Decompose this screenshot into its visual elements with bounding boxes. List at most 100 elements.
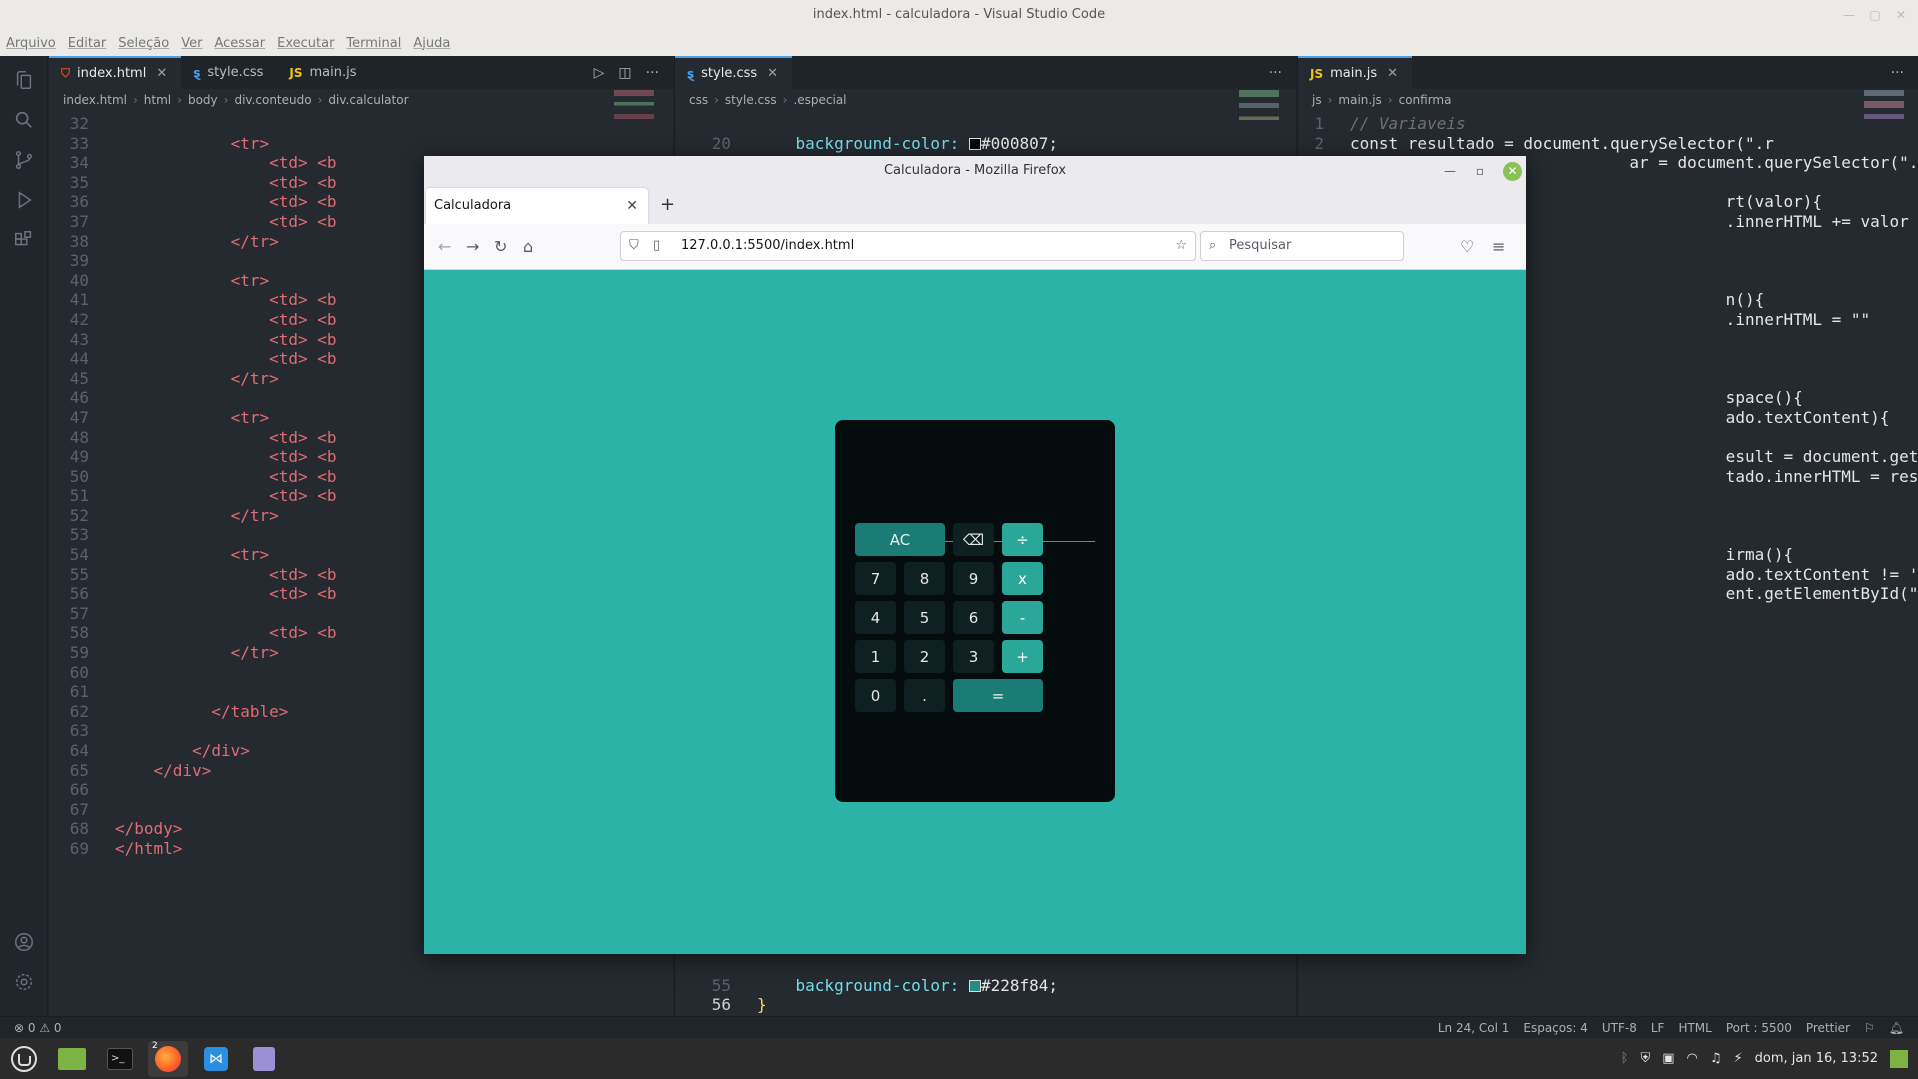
breadcrumb-item[interactable]: .especial <box>793 93 846 107</box>
close-tab-icon[interactable]: ✕ <box>626 188 638 224</box>
calc-button[interactable]: 3 <box>953 640 994 673</box>
calc-button[interactable]: 1 <box>855 640 896 673</box>
code-css-bottom[interactable]: 55 background-color: #228f84; 56} <box>675 956 1296 1016</box>
show-desktop-icon[interactable] <box>1890 1049 1908 1068</box>
calc-button[interactable]: 7 <box>855 562 896 595</box>
close-tab-icon[interactable]: ✕ <box>156 66 167 81</box>
calc-button[interactable]: 0 <box>855 679 896 712</box>
tab-main-js[interactable]: JS main.js <box>277 56 370 89</box>
browser-tab[interactable]: Calculadora ✕ <box>426 188 648 224</box>
more-actions-icon[interactable]: ··· <box>1269 65 1282 81</box>
breadcrumb-item[interactable]: main.js <box>1338 93 1381 107</box>
text-editor-icon[interactable] <box>244 1041 284 1077</box>
feedback-icon[interactable]: ⚐ <box>1864 1021 1875 1035</box>
menu-item[interactable]: Terminal <box>346 36 401 51</box>
shield-icon[interactable]: ⛨ <box>1640 1051 1650 1066</box>
minimize-icon[interactable]: — <box>1444 156 1456 186</box>
home-icon[interactable]: ⌂ <box>523 237 533 256</box>
encoding[interactable]: UTF-8 <box>1602 1021 1637 1035</box>
search-field[interactable]: ⌕ Pesquisar <box>1200 231 1404 261</box>
end-of-line[interactable]: LF <box>1651 1021 1665 1035</box>
clock[interactable]: dom, jan 16, 13:52 <box>1755 1051 1878 1066</box>
bookmark-star-icon[interactable]: ☆ <box>1175 232 1187 260</box>
calc-button[interactable]: 5 <box>904 601 945 634</box>
menu-item[interactable]: Ajuda <box>413 36 450 51</box>
breadcrumb-item[interactable]: html <box>144 93 171 107</box>
backspace-icon[interactable]: ⌫ <box>953 523 994 556</box>
more-actions-icon[interactable]: ··· <box>646 65 659 81</box>
close-icon[interactable]: ✕ <box>1503 162 1522 181</box>
menu-item[interactable]: Arquivo <box>6 36 56 51</box>
extensions-icon[interactable] <box>10 226 38 254</box>
breadcrumb-item[interactable]: div.calculator <box>328 93 408 107</box>
run-debug-icon[interactable] <box>10 186 38 214</box>
run-icon[interactable]: ▷ <box>594 65 605 81</box>
problems-indicator[interactable]: ⊗ 0 ⚠ 0 <box>14 1021 62 1035</box>
menu-item[interactable]: Ver <box>181 36 202 51</box>
new-tab-icon[interactable]: + <box>660 186 675 224</box>
cursor-position[interactable]: Ln 24, Col 1 <box>1438 1021 1510 1035</box>
explorer-icon[interactable] <box>10 66 38 94</box>
breadcrumb-item[interactable]: confirma <box>1399 93 1452 107</box>
calc-button[interactable]: 4 <box>855 601 896 634</box>
breadcrumb-item[interactable]: style.css <box>725 93 777 107</box>
close-tab-icon[interactable]: ✕ <box>1387 66 1398 81</box>
minimap[interactable] <box>1864 90 1904 150</box>
maximize-icon[interactable]: ▢ <box>1862 0 1888 30</box>
indentation[interactable]: Espaços: 4 <box>1523 1021 1588 1035</box>
color-swatch[interactable] <box>968 980 981 993</box>
url-bar[interactable]: ⛉ ▯ 127.0.0.1:5500/index.html ☆ <box>620 231 1196 261</box>
menu-item[interactable]: Acessar <box>214 36 265 51</box>
vscode-icon[interactable]: ⋈ <box>196 1041 236 1077</box>
mint-menu-icon[interactable] <box>4 1041 44 1077</box>
close-icon[interactable]: ✕ <box>1888 0 1914 30</box>
calc-button[interactable]: 6 <box>953 601 994 634</box>
back-icon[interactable]: ← <box>438 237 451 256</box>
calc-button[interactable]: = <box>953 679 1043 712</box>
terminal-icon[interactable]: >_ <box>100 1041 140 1077</box>
close-tab-icon[interactable]: ✕ <box>767 66 778 81</box>
tab-index-html[interactable]: ⛉ index.html ✕ <box>49 56 182 89</box>
minimap[interactable] <box>614 90 654 150</box>
source-control-icon[interactable] <box>10 146 38 174</box>
minimap[interactable] <box>1239 90 1279 150</box>
forward-icon[interactable]: → <box>466 237 479 256</box>
tracking-shield-icon[interactable]: ⛉ <box>629 232 639 260</box>
prettier-status[interactable]: Prettier <box>1806 1021 1850 1035</box>
app-menu-icon[interactable]: ≡ <box>1492 237 1505 256</box>
notifications-bell-icon[interactable]: 🔔︎ <box>1889 1021 1904 1035</box>
calc-button[interactable]: + <box>1002 640 1043 673</box>
pocket-icon[interactable]: ♡ <box>1460 237 1474 256</box>
calc-button[interactable]: x <box>1002 562 1043 595</box>
breadcrumb-item[interactable]: div.conteudo <box>234 93 311 107</box>
maximize-icon[interactable]: ▫ <box>1476 156 1484 186</box>
battery-icon[interactable]: ⚡︎ <box>1734 1051 1743 1066</box>
more-actions-icon[interactable]: ··· <box>1891 65 1904 81</box>
breadcrumb-item[interactable]: index.html <box>63 93 127 107</box>
calc-button[interactable]: 2 <box>904 640 945 673</box>
calc-button[interactable]: ÷ <box>1002 523 1043 556</box>
tab-style-css[interactable]: ȿ style.css <box>181 56 277 89</box>
minimize-icon[interactable]: — <box>1836 0 1862 30</box>
bluetooth-icon[interactable]: ᛒ <box>1621 1051 1629 1066</box>
calc-button[interactable]: AC <box>855 523 945 556</box>
menu-item[interactable]: Executar <box>277 36 334 51</box>
sound-icon[interactable]: ♫ <box>1710 1051 1722 1066</box>
split-editor-icon[interactable]: ◫ <box>618 65 631 81</box>
settings-gear-icon[interactable] <box>10 968 38 996</box>
breadcrumb-item[interactable]: body <box>188 93 218 107</box>
account-icon[interactable] <box>10 928 38 956</box>
calc-button[interactable]: . <box>904 679 945 712</box>
breadcrumb-item[interactable]: css <box>689 93 708 107</box>
clipboard-icon[interactable]: ▣ <box>1662 1051 1674 1066</box>
calc-button[interactable]: - <box>1002 601 1043 634</box>
files-folder-icon[interactable] <box>52 1041 92 1077</box>
reload-icon[interactable]: ↻ <box>494 237 507 256</box>
search-icon[interactable] <box>10 106 38 134</box>
menu-item[interactable]: Seleção <box>118 36 169 51</box>
network-wifi-icon[interactable]: ◠ <box>1687 1051 1698 1066</box>
calc-button[interactable]: 9 <box>953 562 994 595</box>
calc-button[interactable]: 8 <box>904 562 945 595</box>
firefox-icon[interactable]: 2 <box>148 1040 188 1077</box>
tab-main-js[interactable]: JS main.js ✕ <box>1298 56 1413 89</box>
